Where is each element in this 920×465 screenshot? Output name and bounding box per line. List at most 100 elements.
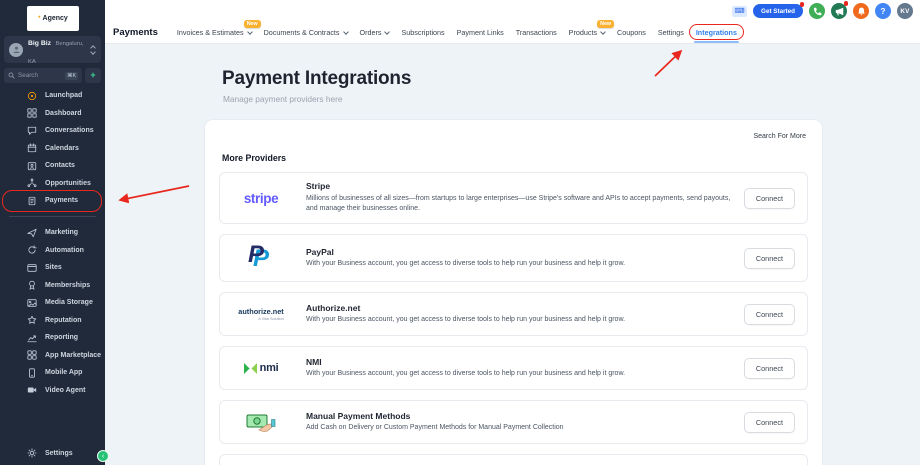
- app-marketplace-icon: [27, 350, 37, 360]
- payments-navbar: Payments Invoices & Estimates New Document…: [105, 20, 920, 44]
- search-icon: [8, 72, 15, 79]
- main-area: ⌨ Get Started ? KV Payments Invoices & E…: [105, 0, 920, 465]
- connect-button-nmi[interactable]: Connect: [743, 357, 795, 379]
- get-started-label: Get Started: [761, 7, 795, 15]
- provider-row-nmi: nmi NMI With your Business account, you ge…: [219, 346, 808, 391]
- sidebar-item-label: Opportunities: [45, 179, 91, 187]
- search-shortcut-badge: ⌘K: [65, 71, 78, 80]
- tab-subscriptions[interactable]: Subscriptions: [401, 28, 444, 37]
- chevron-down-icon: [342, 28, 349, 35]
- stripe-logo-icon: stripe: [243, 190, 279, 206]
- providers-list: stripe Stripe Millions of businesses of al…: [219, 172, 808, 465]
- contacts-icon: [27, 161, 37, 171]
- sidebar-item-launchpad[interactable]: Launchpad: [0, 87, 105, 105]
- provider-info: NMI With your Business account, you get a…: [306, 357, 744, 380]
- integrations-card: Search For More More Providers stripe Str…: [205, 120, 822, 465]
- sidebar-item-reputation[interactable]: Reputation: [0, 312, 105, 330]
- sidebar-item-dashboard[interactable]: Dashboard: [0, 105, 105, 123]
- sidebar-item-memberships[interactable]: Memberships: [0, 277, 105, 295]
- bell-icon[interactable]: [853, 3, 869, 19]
- agency-logo-text: Agency: [42, 15, 68, 22]
- sidebar: * Agency Big Biz Bengaluru, KA Search ⌘K…: [0, 0, 109, 465]
- opportunities-icon: [27, 178, 37, 188]
- agency-logo-mark-icon: *: [38, 15, 41, 22]
- sidebar-item-conversations[interactable]: Conversations: [0, 122, 105, 140]
- tab-documents-contracts[interactable]: Documents & Contracts: [263, 28, 349, 37]
- sidebar-nav-secondary: Marketing Automation Sites Memberships Media…: [0, 224, 105, 399]
- connect-button-manual-payment-methods[interactable]: Connect: [743, 411, 795, 433]
- tab-products[interactable]: Products New: [569, 20, 615, 37]
- tab-label: Orders: [359, 28, 382, 37]
- tab-payment-links[interactable]: Payment Links: [457, 28, 504, 37]
- sidebar-item-video-agent[interactable]: Video Agent: [0, 382, 105, 400]
- megaphone-icon[interactable]: [831, 1, 848, 19]
- sidebar-item-label: Contacts: [45, 162, 75, 170]
- search-for-more-link[interactable]: Search For More: [753, 133, 806, 140]
- navbar-title: Payments: [113, 27, 158, 38]
- tab-orders[interactable]: Orders: [359, 28, 391, 37]
- more-providers-heading: More Providers: [222, 153, 287, 163]
- account-avatar-icon: [9, 42, 23, 57]
- provider-description: Add Cash on Delivery or Custom Payment M…: [306, 424, 564, 432]
- tab-label: Coupons: [617, 28, 646, 37]
- mobile-app-icon: [27, 368, 37, 378]
- chevron-updown-icon: [90, 44, 96, 55]
- sidebar-item-media-storage[interactable]: Media Storage: [0, 294, 105, 312]
- provider-info: PayPal With your Business account, you ge…: [306, 247, 744, 270]
- settings-icon: [27, 448, 37, 458]
- sidebar-item-contacts[interactable]: Contacts: [0, 157, 105, 175]
- quick-add-button[interactable]: +: [85, 68, 101, 83]
- sidebar-item-marketing[interactable]: Marketing: [0, 224, 105, 242]
- tab-label: Documents & Contracts: [263, 28, 340, 37]
- phone-icon[interactable]: [809, 3, 825, 19]
- tab-label: Transactions: [515, 28, 557, 37]
- page-subtitle: Manage payment providers here: [223, 94, 343, 104]
- new-badge: New: [243, 20, 261, 28]
- topbar: ⌨ Get Started ? KV: [105, 0, 920, 22]
- sidebar-item-label: Sites: [45, 264, 62, 272]
- tab-settings[interactable]: Settings: [658, 28, 684, 37]
- sidebar-item-label: Mobile App: [45, 369, 83, 377]
- sidebar-collapse-button[interactable]: ‹: [97, 450, 109, 462]
- user-avatar[interactable]: KV: [897, 3, 913, 19]
- connect-button-stripe[interactable]: Connect: [743, 187, 795, 209]
- sidebar-item-label: Reputation: [45, 316, 82, 324]
- sidebar-item-app-marketplace[interactable]: App Marketplace: [0, 347, 105, 365]
- connect-button-authorize-net[interactable]: Connect: [743, 303, 795, 325]
- provider-row-stripe: stripe Stripe Millions of businesses of al…: [219, 172, 808, 225]
- chevron-down-icon: [246, 28, 253, 35]
- tab-label: Invoices & Estimates: [176, 28, 244, 37]
- reputation-icon: [27, 315, 37, 325]
- provider-row-authorize-net: authorize.net A Visa Solution Authorize.ne…: [219, 292, 808, 337]
- connect-button-paypal[interactable]: Connect: [743, 247, 795, 269]
- sidebar-item-sites[interactable]: Sites: [0, 259, 105, 277]
- tab-coupons[interactable]: Coupons: [617, 28, 646, 37]
- provider-name: Authorize.net: [306, 302, 361, 313]
- sidebar-item-payments[interactable]: Payments: [0, 190, 105, 211]
- sidebar-item-reporting[interactable]: Reporting: [0, 329, 105, 347]
- sidebar-item-mobile-app[interactable]: Mobile App: [0, 364, 105, 382]
- notification-dot: [843, 1, 848, 6]
- account-switcher[interactable]: Big Biz Bengaluru, KA: [4, 36, 101, 65]
- provider-name: PayPal: [306, 246, 334, 257]
- keyboard-shortcuts-icon[interactable]: ⌨: [732, 5, 748, 17]
- reporting-icon: [27, 333, 37, 343]
- sidebar-item-opportunities[interactable]: Opportunities: [0, 175, 105, 193]
- help-icon[interactable]: ?: [875, 3, 891, 19]
- tab-transactions[interactable]: Transactions: [516, 28, 557, 37]
- sidebar-item-label: Launchpad: [45, 92, 83, 100]
- tab-invoices-estimates[interactable]: Invoices & Estimates New: [176, 20, 261, 37]
- get-started-button[interactable]: Get Started: [753, 2, 804, 18]
- chevron-down-icon: [600, 28, 606, 35]
- media-storage-icon: [27, 298, 37, 308]
- sidebar-search-input[interactable]: Search ⌘K: [4, 68, 82, 83]
- tab-integrations[interactable]: Integrations: [688, 24, 745, 43]
- sidebar-item-settings[interactable]: Settings: [0, 445, 105, 463]
- sidebar-item-label: Marketing: [45, 229, 79, 237]
- paypal-logo-icon: PP: [248, 241, 270, 273]
- sidebar-item-calendars[interactable]: Calendars: [0, 140, 105, 158]
- sidebar-divider: [9, 216, 96, 217]
- page-title: Payment Integrations: [222, 68, 412, 89]
- sidebar-item-label: Conversations: [45, 127, 94, 135]
- sidebar-item-automation[interactable]: Automation: [0, 242, 105, 260]
